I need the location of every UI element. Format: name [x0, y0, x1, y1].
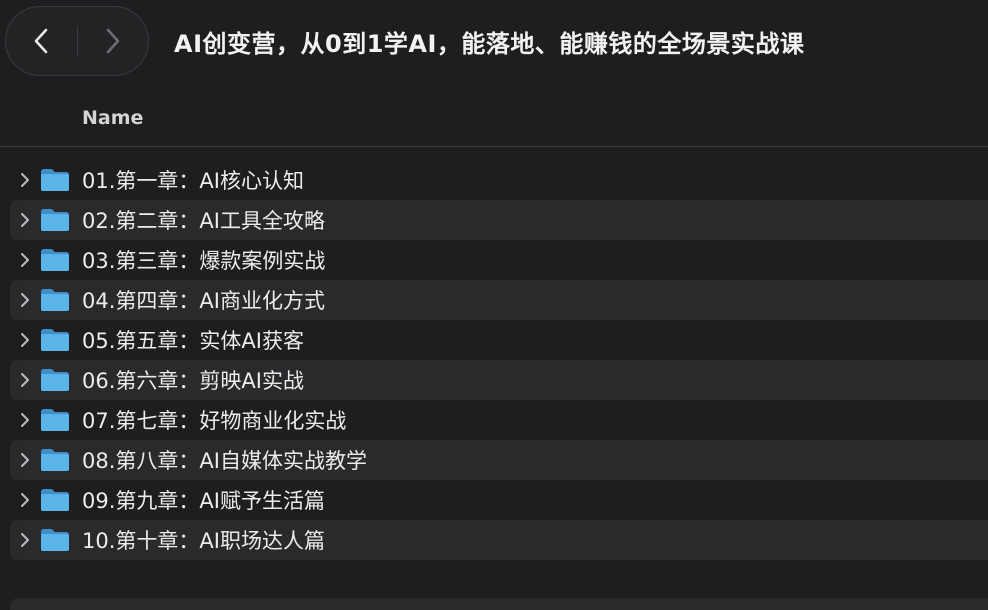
file-name: 08.第八章：AI自媒体实战教学: [82, 449, 367, 473]
folder-icon: [40, 487, 72, 513]
file-name: 02.第二章：AI工具全攻略: [82, 209, 325, 233]
file-name: 07.第七章：好物商业化实战: [82, 409, 347, 433]
disclosure-chevron-icon[interactable]: [10, 520, 40, 560]
navigation-buttons: [5, 6, 149, 76]
folder-icon: [40, 527, 72, 553]
list-item[interactable]: 03.第三章：爆款案例实战: [10, 240, 988, 280]
folder-icon: [40, 447, 72, 473]
folder-icon: [40, 327, 72, 353]
file-name: 04.第四章：AI商业化方式: [82, 289, 325, 313]
disclosure-chevron-icon[interactable]: [10, 160, 40, 200]
back-button[interactable]: [6, 6, 77, 76]
list-item[interactable]: 09.第九章：AI赋予生活篇: [10, 480, 988, 520]
name-column-header[interactable]: Name: [82, 107, 143, 129]
disclosure-chevron-icon[interactable]: [10, 360, 40, 400]
file-name: 03.第三章：爆款案例实战: [82, 249, 326, 273]
folder-icon: [40, 167, 72, 193]
list-item[interactable]: 08.第八章：AI自媒体实战教学: [10, 440, 988, 480]
disclosure-chevron-icon[interactable]: [10, 440, 40, 480]
disclosure-chevron-icon[interactable]: [10, 240, 40, 280]
list-item[interactable]: 04.第四章：AI商业化方式: [10, 280, 988, 320]
chevron-right-icon: [105, 28, 121, 54]
list-item[interactable]: 01.第一章：AI核心认知: [10, 160, 988, 200]
list-item[interactable]: 07.第七章：好物商业化实战: [10, 400, 988, 440]
folder-icon: [40, 407, 72, 433]
list-item[interactable]: 02.第二章：AI工具全攻略: [10, 200, 988, 240]
chevron-left-icon: [33, 28, 49, 54]
list-item[interactable]: 06.第六章：剪映AI实战: [10, 360, 988, 400]
folder-icon: [40, 367, 72, 393]
file-name: 01.第一章：AI核心认知: [82, 169, 304, 193]
list-item[interactable]: 05.第五章：实体AI获客: [10, 320, 988, 360]
file-name: 10.第十章：AI职场达人篇: [82, 529, 325, 553]
disclosure-chevron-icon[interactable]: [10, 480, 40, 520]
folder-icon: [40, 247, 72, 273]
disclosure-chevron-icon[interactable]: [10, 280, 40, 320]
file-list: 01.第一章：AI核心认知 02.第二章：AI工具全攻略 03.第三章：爆款案例实战…: [10, 160, 988, 560]
list-item[interactable]: 10.第十章：AI职场达人篇: [10, 520, 988, 560]
file-name: 05.第五章：实体AI获客: [82, 329, 304, 353]
disclosure-chevron-icon[interactable]: [10, 400, 40, 440]
file-name: 09.第九章：AI赋予生活篇: [82, 489, 325, 513]
window-title: AI创变营，从0到1学AI，能落地、能赚钱的全场景实战课: [174, 30, 805, 58]
disclosure-chevron-icon[interactable]: [10, 200, 40, 240]
forward-button[interactable]: [78, 6, 149, 76]
column-header: Name: [0, 97, 988, 147]
folder-icon: [40, 287, 72, 313]
list-bottom-row: [10, 598, 988, 610]
toolbar: AI创变营，从0到1学AI，能落地、能赚钱的全场景实战课: [0, 0, 988, 84]
folder-icon: [40, 207, 72, 233]
disclosure-chevron-icon[interactable]: [10, 320, 40, 360]
file-name: 06.第六章：剪映AI实战: [82, 369, 304, 393]
